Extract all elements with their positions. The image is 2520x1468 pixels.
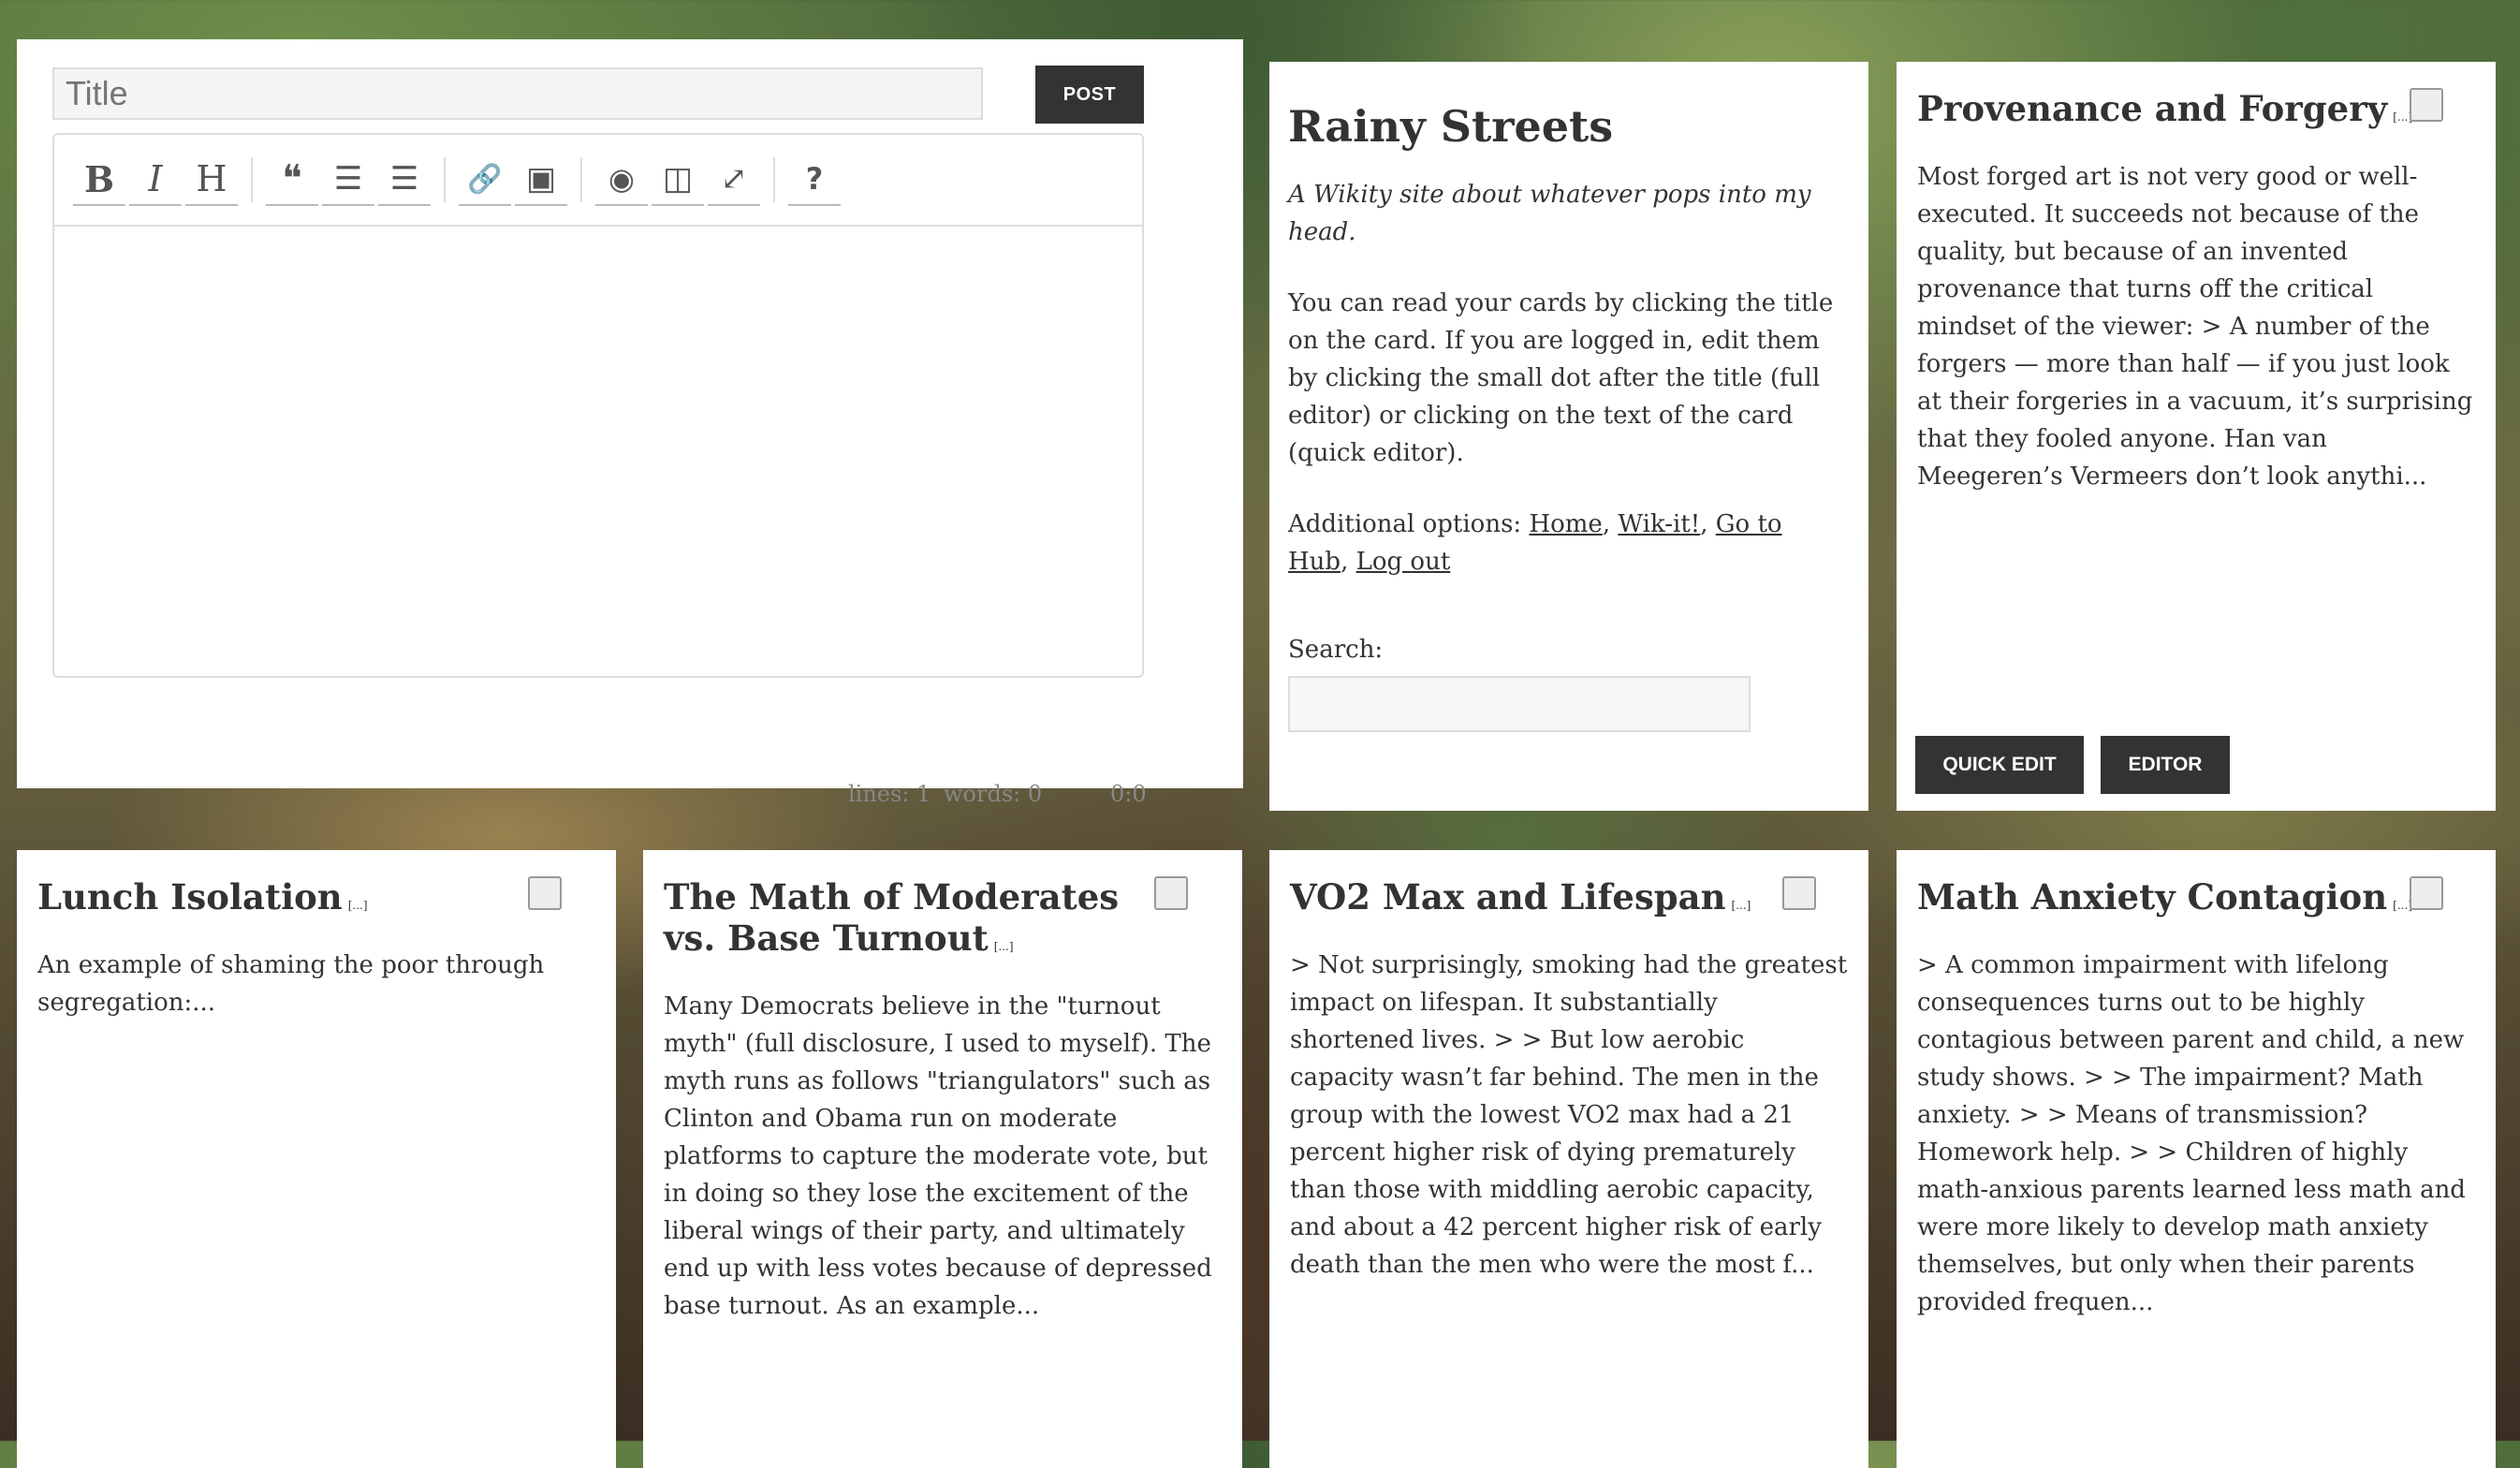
card-edit-dot[interactable]: [...] <box>348 899 368 912</box>
card-vo2-max-and-lifespan: VO2 Max and Lifespan [...] > Not surprisi… <box>1269 850 1868 1468</box>
toolbar-divider <box>580 157 582 202</box>
card-body[interactable]: > Not surprisingly, smoking had the grea… <box>1290 947 1848 1284</box>
card-edit-dot[interactable]: [...] <box>1732 899 1751 912</box>
help-icon[interactable]: ? <box>788 154 841 206</box>
card-title[interactable]: Provenance and Forgery [...] <box>1917 88 2475 138</box>
card-title[interactable]: The Math of Moderates vs. Base Turnout [.… <box>664 876 1169 967</box>
side-by-side-icon[interactable]: ◫ <box>652 154 704 206</box>
card-body[interactable]: > A common impairment with lifelong cons… <box>1917 947 2475 1321</box>
quick-edit-button[interactable]: QUICK EDIT <box>1915 736 2084 794</box>
line-count: lines: 1 <box>848 781 931 807</box>
card-lunch-isolation: Lunch Isolation [...] An example of shami… <box>17 850 616 1468</box>
toolbar-divider <box>251 157 253 202</box>
heading-icon[interactable]: H <box>185 154 238 206</box>
additional-options: Additional options: Home, Wik-it!, Go to… <box>1288 510 1782 576</box>
card-select-checkbox[interactable] <box>1154 876 1188 910</box>
editor-button[interactable]: EDITOR <box>2101 736 2230 794</box>
editor-text-area[interactable] <box>54 227 1142 676</box>
card-title[interactable]: Lunch Isolation [...] <box>37 876 595 926</box>
card-select-checkbox[interactable] <box>2410 876 2443 910</box>
markdown-editor: B I H ❝ ☰ ☰ 🔗 ▣ ◉ ◫ ⤢ ? lines: 1 words: … <box>52 133 1147 807</box>
card-provenance-and-forgery: Provenance and Forgery [...] Most forged … <box>1897 62 2496 811</box>
site-title: Rainy Streets <box>1288 101 1614 152</box>
card-body[interactable]: Most forged art is not very good or well… <box>1917 158 2475 495</box>
title-input[interactable] <box>52 67 983 120</box>
fullscreen-icon[interactable]: ⤢ <box>708 154 760 206</box>
card-body[interactable]: An example of shaming the poor through s… <box>37 947 595 1021</box>
unordered-list-icon[interactable]: ☰ <box>322 154 374 206</box>
toolbar-divider <box>773 157 775 202</box>
log-out-link[interactable]: Log out <box>1356 548 1451 576</box>
home-link[interactable]: Home <box>1529 510 1602 538</box>
site-intro-panel: Rainy Streets A Wikity site about whatev… <box>1269 62 1868 811</box>
preview-icon[interactable]: ◉ <box>595 154 648 206</box>
image-icon[interactable]: ▣ <box>515 154 567 206</box>
options-prefix: Additional options: <box>1288 510 1530 538</box>
toolbar-divider <box>444 157 446 202</box>
cursor-position: 0:0 <box>1110 781 1147 807</box>
italic-icon[interactable]: I <box>129 154 182 206</box>
card-select-checkbox[interactable] <box>528 876 562 910</box>
card-select-checkbox[interactable] <box>1782 876 1816 910</box>
card-edit-dot[interactable]: [...] <box>994 940 1014 953</box>
card-select-checkbox[interactable] <box>2410 88 2443 122</box>
new-card-editor-panel: POST B I H ❝ ☰ ☰ 🔗 ▣ ◉ ◫ ⤢ ? lines: 1 wo… <box>17 39 1243 807</box>
search-input[interactable] <box>1288 676 1751 732</box>
editor-toolbar: B I H ❝ ☰ ☰ 🔗 ▣ ◉ ◫ ⤢ ? <box>54 135 1142 227</box>
card-title[interactable]: Math Anxiety Contagion [...] <box>1917 876 2475 926</box>
card-body[interactable]: Many Democrats believe in the "turnout m… <box>664 988 1222 1325</box>
card-title[interactable]: VO2 Max and Lifespan [...] <box>1290 876 1848 926</box>
card-math-of-moderates: The Math of Moderates vs. Base Turnout [.… <box>643 850 1242 1468</box>
card-math-anxiety-contagion: Math Anxiety Contagion [...] > A common i… <box>1897 850 2496 1468</box>
ordered-list-icon[interactable]: ☰ <box>378 154 431 206</box>
bold-icon[interactable]: B <box>73 154 125 206</box>
site-description: You can read your cards by clicking the … <box>1288 289 1834 467</box>
site-tagline: A Wikity site about whatever pops into m… <box>1288 181 1811 246</box>
quote-icon[interactable]: ❝ <box>266 154 318 206</box>
wikit-link[interactable]: Wik-it! <box>1618 510 1700 538</box>
link-icon[interactable]: 🔗 <box>459 154 511 206</box>
editor-status-bar: lines: 1 words: 0 0:0 <box>54 781 1147 818</box>
post-button[interactable]: POST <box>1035 66 1144 124</box>
search-label: Search: <box>1288 636 1384 664</box>
word-count: words: 0 <box>944 781 1043 807</box>
